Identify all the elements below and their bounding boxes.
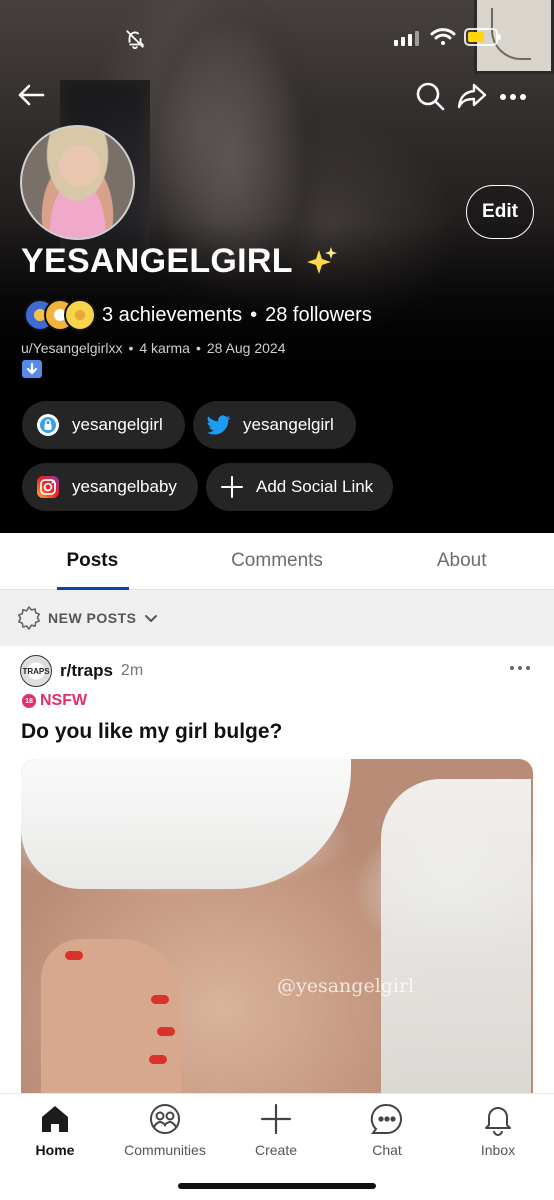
nav-label: Create: [254, 1142, 298, 1158]
nav-label: Communities: [124, 1142, 206, 1158]
social-link-label: yesangelgirl: [243, 415, 334, 434]
plus-icon: [220, 475, 244, 499]
sort-label: NEW POSTS: [48, 610, 137, 626]
instagram-icon: [36, 475, 60, 499]
back-arrow-icon[interactable]: [16, 80, 46, 110]
meta-separator: •: [128, 340, 134, 356]
stats-separator: •: [250, 303, 258, 326]
nsfw-18-icon: 18: [22, 694, 36, 708]
image-nail: [151, 995, 169, 1004]
search-icon[interactable]: [414, 80, 446, 112]
image-nail: [149, 1055, 167, 1064]
image-hand: [41, 939, 181, 1096]
tab-about[interactable]: About: [369, 533, 554, 589]
social-link-twitter[interactable]: yesangelgirl: [193, 401, 356, 449]
nav-label: Home: [35, 1142, 75, 1158]
profile-username: u/Yesangelgirlxx: [21, 340, 123, 356]
status-bar: [0, 0, 554, 76]
achievement-badge-icon: [64, 299, 96, 331]
post-header: TRAPS r/traps 2m: [20, 654, 143, 688]
meta-separator: •: [195, 340, 201, 356]
add-social-link-label: Add Social Link: [256, 477, 374, 496]
social-link-label: yesangelbaby: [72, 477, 177, 496]
sparkles-icon: [306, 247, 337, 274]
tab-posts[interactable]: Posts: [0, 533, 185, 590]
image-shirt: [21, 759, 351, 889]
tab-comments[interactable]: Comments: [185, 533, 370, 589]
subreddit-avatar-text: TRAPS: [22, 666, 50, 676]
image-chair: [381, 779, 531, 1096]
nsfw-tag: 18 NSFW: [22, 692, 87, 710]
profile-avatar[interactable]: [20, 125, 135, 240]
signal-icon: [394, 30, 419, 46]
sort-selector[interactable]: NEW POSTS: [0, 590, 554, 646]
more-icon[interactable]: [498, 84, 528, 110]
image-nail: [65, 951, 83, 960]
onlyfans-lock-icon: [36, 413, 60, 437]
battery-charging-icon: [464, 28, 501, 46]
profile-display-name: YESANGELGIRL: [21, 238, 339, 284]
display-name-text: YESANGELGIRL: [21, 241, 293, 280]
new-burst-icon: [18, 606, 40, 630]
nav-communities[interactable]: Communities: [110, 1102, 220, 1158]
profile-stats: 3 achievements • 28 followers: [24, 296, 372, 334]
nav-inbox[interactable]: Inbox: [443, 1102, 553, 1158]
chevron-down-icon: [144, 615, 157, 622]
achievement-badges[interactable]: [24, 297, 98, 333]
bell-icon: [485, 1107, 511, 1136]
post-image[interactable]: @yesangelgirl: [21, 759, 533, 1096]
nav-label: Chat: [372, 1142, 402, 1158]
plus-icon: [260, 1103, 292, 1135]
social-link-onlyfans[interactable]: yesangelgirl: [22, 401, 185, 449]
image-nail: [157, 1027, 175, 1036]
download-arrow-icon: [22, 360, 42, 378]
nav-create[interactable]: Create: [221, 1102, 331, 1158]
image-watermark: @yesangelgirl: [277, 975, 415, 997]
nsfw-label: NSFW: [40, 692, 88, 709]
subreddit-name[interactable]: r/traps: [60, 661, 113, 681]
communities-icon: [150, 1104, 180, 1134]
bell-slash-icon: [126, 30, 145, 50]
followers-count[interactable]: 28 followers: [265, 304, 372, 327]
social-link-instagram[interactable]: yesangelbaby: [22, 463, 198, 511]
profile-joined-date: 28 Aug 2024: [206, 340, 286, 356]
nav-label: Inbox: [480, 1142, 516, 1158]
post-time: 2m: [120, 662, 144, 679]
subreddit-avatar[interactable]: TRAPS: [20, 655, 52, 687]
profile-karma: 4 karma: [139, 340, 190, 356]
wifi-icon: [430, 28, 456, 45]
post-more-icon[interactable]: [508, 660, 532, 676]
social-link-label: yesangelgirl: [72, 415, 163, 434]
post-title[interactable]: Do you like my girl bulge?: [21, 720, 282, 744]
edit-profile-button[interactable]: Edit: [466, 185, 534, 239]
twitter-bird-icon: [207, 413, 231, 437]
home-icon: [42, 1106, 68, 1132]
profile-meta: u/Yesangelgirlxx • 4 karma • 28 Aug 2024: [21, 340, 285, 356]
nav-chat[interactable]: Chat: [332, 1102, 442, 1158]
achievements-count[interactable]: 3 achievements: [102, 304, 242, 327]
profile-tabs: Posts Comments About: [0, 533, 554, 590]
nav-home[interactable]: Home: [0, 1102, 110, 1158]
chat-bubble-icon: [370, 1103, 402, 1134]
post-card[interactable]: TRAPS r/traps 2m 18 NSFW Do you like my …: [0, 646, 554, 1096]
add-social-link-button[interactable]: Add Social Link: [206, 463, 393, 511]
share-icon[interactable]: [456, 80, 488, 112]
home-indicator[interactable]: [178, 1183, 376, 1189]
